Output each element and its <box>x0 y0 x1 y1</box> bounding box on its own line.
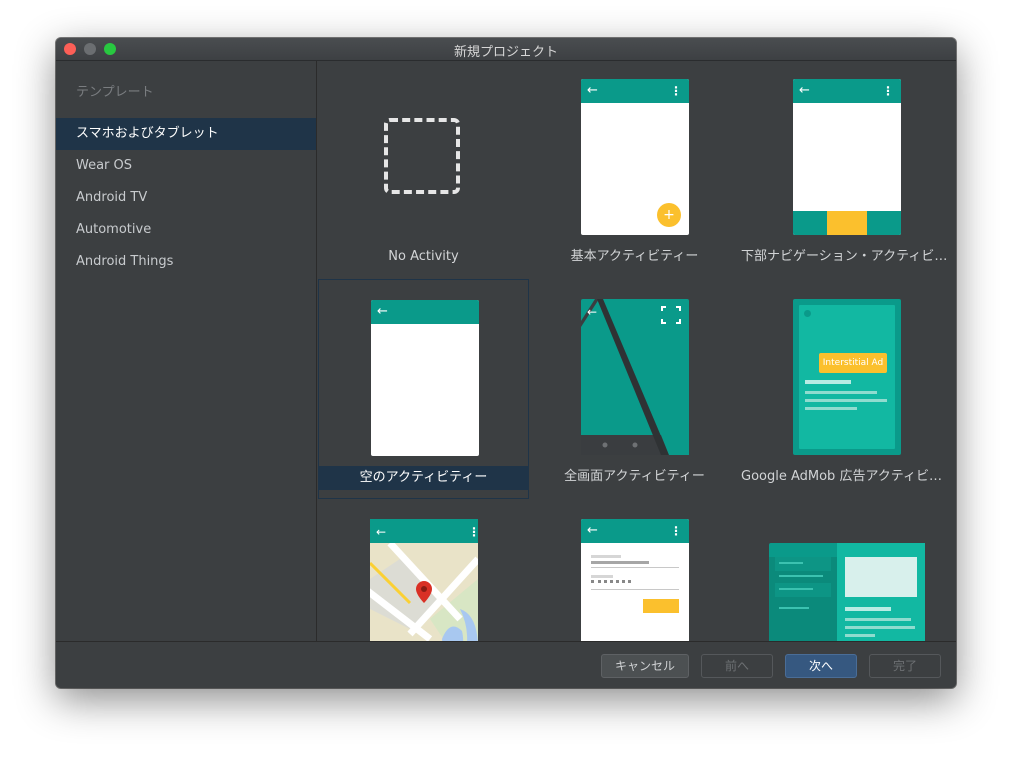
svg-text:←: ← <box>587 305 597 319</box>
placeholder-line <box>805 391 877 394</box>
placeholder-line <box>805 380 851 384</box>
interstitial-ad-tag: Interstitial Ad <box>819 353 887 373</box>
title-bar: 新規プロジェクト <box>56 38 956 61</box>
back-arrow-icon: ← <box>587 523 598 538</box>
template-maps-activity[interactable]: ← ⋮ <box>318 499 529 641</box>
fab-add-icon: + <box>657 203 681 227</box>
template-label: 基本アクティビティー <box>570 249 699 264</box>
app-bar: ← <box>371 300 479 324</box>
placeholder-line <box>805 399 887 402</box>
dashed-placeholder-icon <box>384 118 460 194</box>
back-arrow-icon: ← <box>587 83 598 98</box>
sign-in-button-preview <box>643 599 679 613</box>
template-master-detail-flow[interactable] <box>741 499 952 641</box>
divider <box>591 567 679 568</box>
back-arrow-icon: ← <box>377 304 388 319</box>
sidebar-item-automotive[interactable]: Automotive <box>56 214 316 246</box>
divider <box>591 589 679 590</box>
template-admob-ads-activity[interactable]: Interstitial Ad Google AdMob 広告アクティビティー <box>741 279 952 499</box>
password-dots <box>591 580 631 587</box>
svg-text:←: ← <box>376 525 386 539</box>
close-dot-icon <box>804 310 811 317</box>
template-label: No Activity <box>388 249 459 264</box>
next-button[interactable]: 次へ <box>785 654 857 678</box>
login-activity-preview: ← ⋮ <box>581 519 689 641</box>
template-label: Google AdMob 広告アクティビティー <box>741 469 952 484</box>
sidebar-item-wear-os[interactable]: Wear OS <box>56 150 316 182</box>
master-detail-preview <box>769 543 925 641</box>
dialog-footer: キャンセル 前へ 次へ 完了 <box>56 641 956 688</box>
template-login-activity[interactable]: ← ⋮ <box>529 499 740 641</box>
empty-activity-preview: ← <box>371 300 479 456</box>
app-bar: ← ⋮ <box>793 79 901 103</box>
template-grid: No Activity ← ⋮ + 基本アクティビティー ← ⋮ 下部ナビゲーシ… <box>317 61 956 641</box>
template-label: 下部ナビゲーション・アクティビテ... <box>741 249 952 264</box>
fullscreen-activity-preview: ← <box>581 299 689 455</box>
finish-button[interactable]: 完了 <box>869 654 941 678</box>
template-fullscreen-activity[interactable]: ← 全画面アクティビティー <box>529 279 740 499</box>
placeholder-line <box>591 575 613 578</box>
template-bottom-navigation-activity[interactable]: ← ⋮ 下部ナビゲーション・アクティビテ... <box>741 61 952 279</box>
basic-activity-preview: ← ⋮ + <box>581 79 689 235</box>
overflow-menu-icon: ⋮ <box>670 84 682 98</box>
sidebar-item-android-things[interactable]: Android Things <box>56 246 316 278</box>
cancel-button[interactable]: キャンセル <box>601 654 689 678</box>
sidebar-item-phone-tablet[interactable]: スマホおよびタブレット <box>56 118 316 150</box>
overflow-menu-icon: ⋮ <box>882 84 894 98</box>
overflow-menu-icon: ⋮ <box>670 524 682 538</box>
window-title: 新規プロジェクト <box>453 45 558 60</box>
placeholder-line <box>805 407 857 410</box>
template-label: 全画面アクティビティー <box>564 469 705 484</box>
placeholder-line <box>591 555 621 558</box>
admob-activity-preview: Interstitial Ad <box>793 299 901 455</box>
template-category-sidebar: テンプレート スマホおよびタブレット Wear OS Android TV Au… <box>56 61 317 641</box>
template-basic-activity[interactable]: ← ⋮ + 基本アクティビティー <box>529 61 740 279</box>
template-label: 空のアクティビティー <box>319 466 528 490</box>
sidebar-item-android-tv[interactable]: Android TV <box>56 182 316 214</box>
new-project-dialog: 新規プロジェクト テンプレート スマホおよびタブレット Wear OS Andr… <box>56 38 956 688</box>
bottom-nav-selected-item <box>827 211 867 235</box>
previous-button[interactable]: 前へ <box>701 654 773 678</box>
app-bar: ← ⋮ <box>581 519 689 543</box>
svg-text:⋮: ⋮ <box>468 525 478 539</box>
bottom-navigation-preview: ← ⋮ <box>793 79 901 235</box>
sidebar-header: テンプレート <box>76 85 154 100</box>
app-bar: ← ⋮ <box>581 79 689 103</box>
back-arrow-icon: ← <box>799 83 810 98</box>
maps-activity-preview: ← ⋮ <box>370 519 478 641</box>
interstitial-ad-card: Interstitial Ad <box>799 305 895 449</box>
template-empty-activity[interactable]: ← 空のアクティビティー <box>318 279 529 499</box>
placeholder-line <box>591 561 649 564</box>
template-no-activity[interactable]: No Activity <box>318 61 529 279</box>
